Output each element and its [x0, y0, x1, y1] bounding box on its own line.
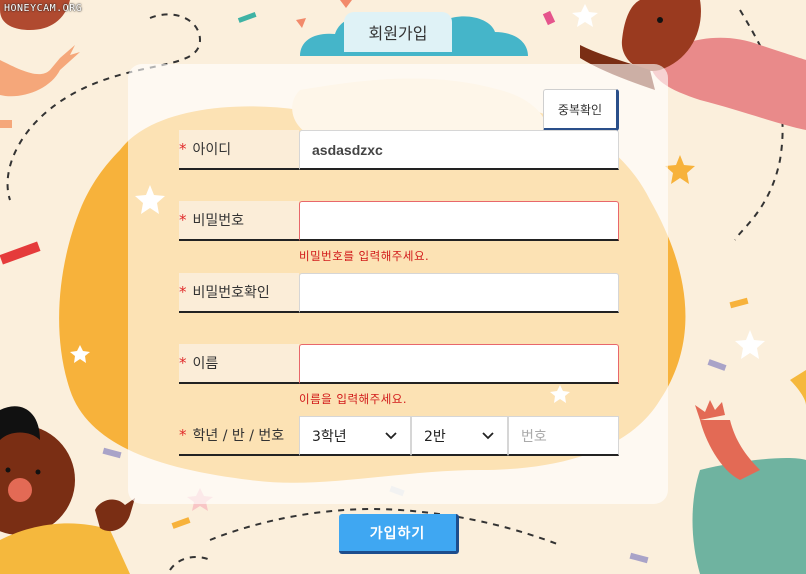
grade-select-value: 3학년: [312, 428, 347, 445]
id-row: * 아이디 asdasdzxc: [179, 130, 619, 170]
chevron-down-icon: [482, 431, 494, 439]
grade-class-number-label-text: 학년 / 반 / 번호: [192, 428, 285, 444]
id-input-value: asdasdzxc: [312, 141, 383, 158]
signup-submit-button[interactable]: 가입하기: [339, 514, 459, 554]
password-row: * 비밀번호: [179, 201, 619, 241]
number-input-placeholder: 번호: [521, 428, 547, 445]
password-error-message: 비밀번호를 입력해주세요.: [299, 249, 430, 263]
id-input[interactable]: asdasdzxc: [299, 130, 619, 170]
name-label-text: 이름: [192, 356, 219, 372]
chevron-down-icon: [385, 431, 397, 439]
page-title: 회원가입: [344, 12, 452, 52]
id-label-text: 아이디: [192, 142, 232, 158]
required-mark: *: [179, 140, 187, 158]
required-mark: *: [179, 283, 187, 301]
password-confirm-label: * 비밀번호확인: [179, 273, 299, 313]
class-select-value: 2반: [424, 428, 446, 445]
required-mark: *: [179, 426, 187, 444]
class-select[interactable]: 2반: [411, 416, 508, 456]
id-label: * 아이디: [179, 130, 299, 170]
password-label: * 비밀번호: [179, 201, 299, 241]
required-mark: *: [179, 354, 187, 372]
name-error-message: 이름을 입력해주세요.: [299, 392, 408, 406]
password-confirm-label-text: 비밀번호확인: [192, 285, 270, 301]
password-label-text: 비밀번호: [192, 213, 245, 229]
number-input[interactable]: 번호: [508, 416, 619, 456]
password-confirm-row: * 비밀번호확인: [179, 273, 619, 313]
password-confirm-input[interactable]: [299, 273, 619, 313]
name-row: * 이름: [179, 344, 619, 384]
duplicate-check-button[interactable]: 중복확인: [543, 89, 619, 131]
grade-class-number-label: * 학년 / 반 / 번호: [179, 416, 299, 456]
grade-class-number-row: * 학년 / 반 / 번호 3학년 2반 번호: [179, 416, 619, 456]
watermark-text: HONEYCAM.ORG: [4, 3, 83, 14]
name-label: * 이름: [179, 344, 299, 384]
password-input[interactable]: [299, 201, 619, 241]
required-mark: *: [179, 211, 187, 229]
grade-select[interactable]: 3학년: [299, 416, 411, 456]
name-input[interactable]: [299, 344, 619, 384]
